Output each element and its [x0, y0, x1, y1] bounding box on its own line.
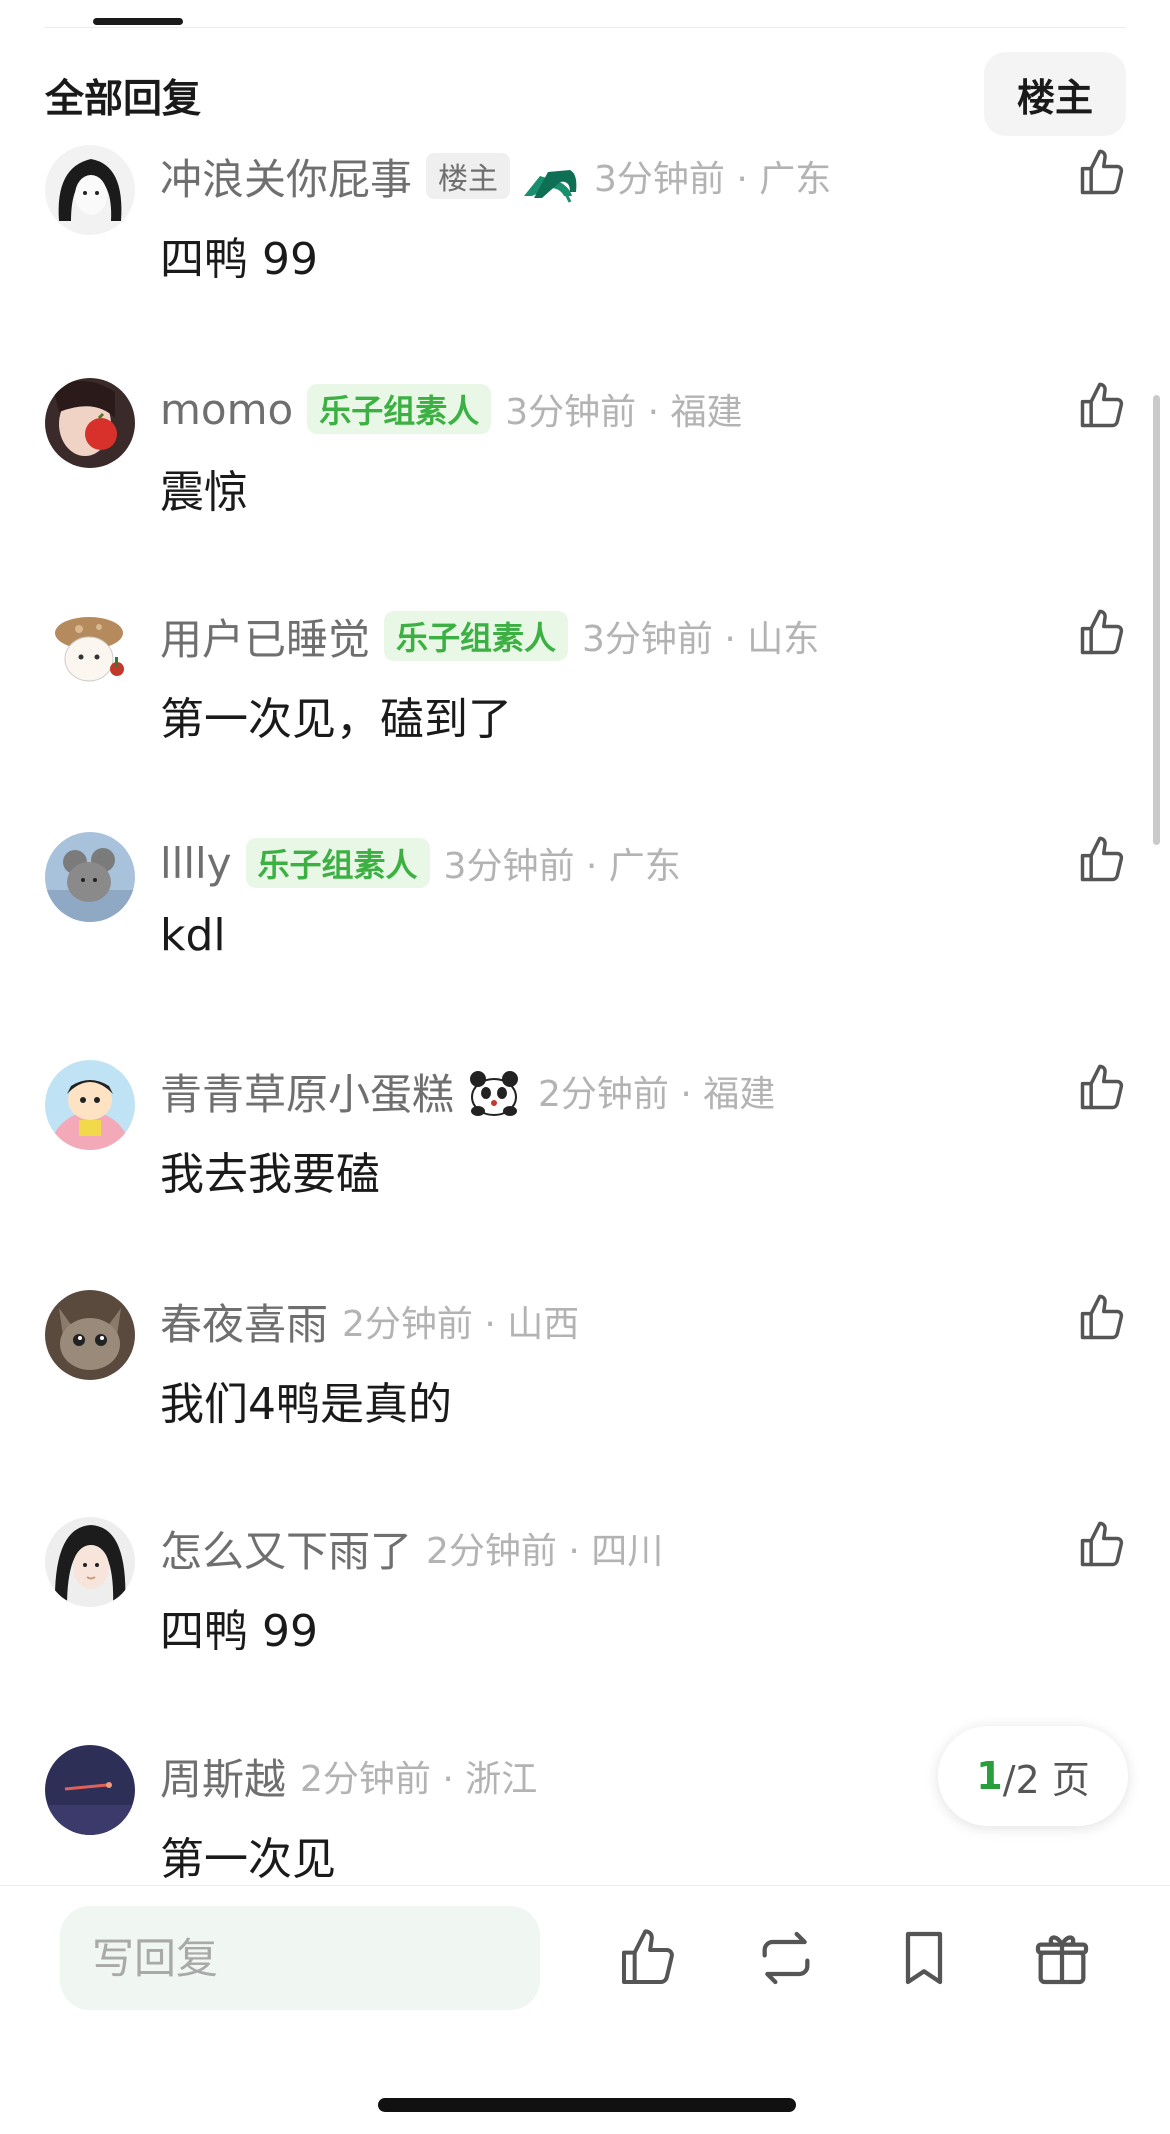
avatar[interactable] [45, 145, 135, 235]
pagination-pill[interactable]: 1 /2 页 [938, 1726, 1128, 1826]
gift-icon[interactable] [1030, 1926, 1094, 1990]
comment-text: kdl [160, 910, 226, 961]
time-location: 3分钟前 · 福建 [505, 392, 743, 433]
thumb-up-icon[interactable] [616, 1926, 680, 1990]
time-location: 2分钟前 · 四川 [426, 1531, 664, 1572]
time-location: 3分钟前 · 山东 [582, 619, 820, 660]
repost-icon[interactable] [754, 1926, 818, 1990]
avatar[interactable] [45, 1745, 135, 1835]
time-location: 2分钟前 · 浙江 [300, 1759, 538, 1800]
time-location: 2分钟前 · 山西 [342, 1304, 580, 1345]
thumb-up-icon[interactable] [1076, 1062, 1128, 1114]
group-badge: 乐子组素人 [245, 838, 430, 888]
avatar[interactable] [45, 1290, 135, 1380]
bookmark-icon[interactable] [892, 1926, 956, 1990]
comment-item: lllly 乐子组素人 3分钟前 · 广东 kdl [0, 832, 1170, 1032]
scrollbar[interactable] [1153, 395, 1160, 845]
comment-item: 用户已睡觉 乐子组素人 3分钟前 · 山东 第一次见，磕到了 [0, 605, 1170, 805]
comment-item: 冲浪关你屁事 楼主 3分钟前 · 广东 四鸭 99 [0, 145, 1170, 345]
username[interactable]: 冲浪关你屁事 [160, 146, 412, 207]
group-badge: 乐子组素人 [307, 384, 492, 434]
comment-item: 怎么又下雨了 2分钟前 · 四川 四鸭 99 [0, 1517, 1170, 1717]
panda-icon [464, 1063, 524, 1119]
thumb-up-icon[interactable] [1076, 147, 1128, 199]
op-only-filter-button[interactable]: 楼主 [984, 52, 1126, 136]
high-heels-icon [520, 148, 580, 204]
thumb-up-icon[interactable] [1076, 607, 1128, 659]
comment-text: 四鸭 99 [160, 234, 318, 285]
all-replies-title: 全部回复 [45, 77, 202, 122]
comment-item: 青青草原小蛋糕 2分钟前 · 福建 我去我要磕 [0, 1060, 1170, 1260]
thumb-up-icon[interactable] [1076, 1519, 1128, 1571]
top-divider [44, 27, 1126, 28]
op-badge: 楼主 [426, 153, 511, 199]
comment-text: 我们4鸭是真的 [160, 1379, 452, 1430]
avatar[interactable] [45, 605, 135, 695]
avatar[interactable] [45, 1060, 135, 1150]
username[interactable]: 周斯越 [160, 1746, 286, 1807]
username[interactable]: 春夜喜雨 [160, 1291, 328, 1352]
group-badge: 乐子组素人 [384, 611, 569, 661]
username[interactable]: momo [160, 385, 293, 434]
thumb-up-icon[interactable] [1076, 1292, 1128, 1344]
username[interactable]: lllly [160, 839, 232, 888]
tab-indicator [93, 18, 183, 25]
comment-item: momo 乐子组素人 3分钟前 · 福建 震惊 [0, 378, 1170, 578]
time-location: 3分钟前 · 广东 [594, 159, 832, 200]
username[interactable]: 用户已睡觉 [160, 606, 370, 667]
total-pages: /2 页 [1002, 1757, 1090, 1802]
comment-text: 我去我要磕 [160, 1149, 380, 1200]
comment-item: 春夜喜雨 2分钟前 · 山西 我们4鸭是真的 [0, 1290, 1170, 1490]
current-page: 1 [976, 1754, 1003, 1798]
avatar[interactable] [45, 378, 135, 468]
time-location: 3分钟前 · 广东 [443, 846, 681, 887]
home-indicator [378, 2098, 796, 2112]
avatar[interactable] [45, 832, 135, 922]
thumb-up-icon[interactable] [1076, 380, 1128, 432]
comment-text: 震惊 [160, 467, 248, 518]
time-location: 2分钟前 · 福建 [538, 1074, 776, 1115]
bottom-action-bar [0, 1885, 1170, 2134]
reply-input[interactable] [60, 1906, 540, 2010]
thumb-up-icon[interactable] [1076, 834, 1128, 886]
username[interactable]: 青青草原小蛋糕 [160, 1061, 454, 1122]
username[interactable]: 怎么又下雨了 [160, 1518, 412, 1579]
comment-text: 第一次见，磕到了 [160, 694, 512, 745]
avatar[interactable] [45, 1517, 135, 1607]
comment-text: 第一次见 [160, 1834, 336, 1885]
comment-text: 四鸭 99 [160, 1606, 318, 1657]
